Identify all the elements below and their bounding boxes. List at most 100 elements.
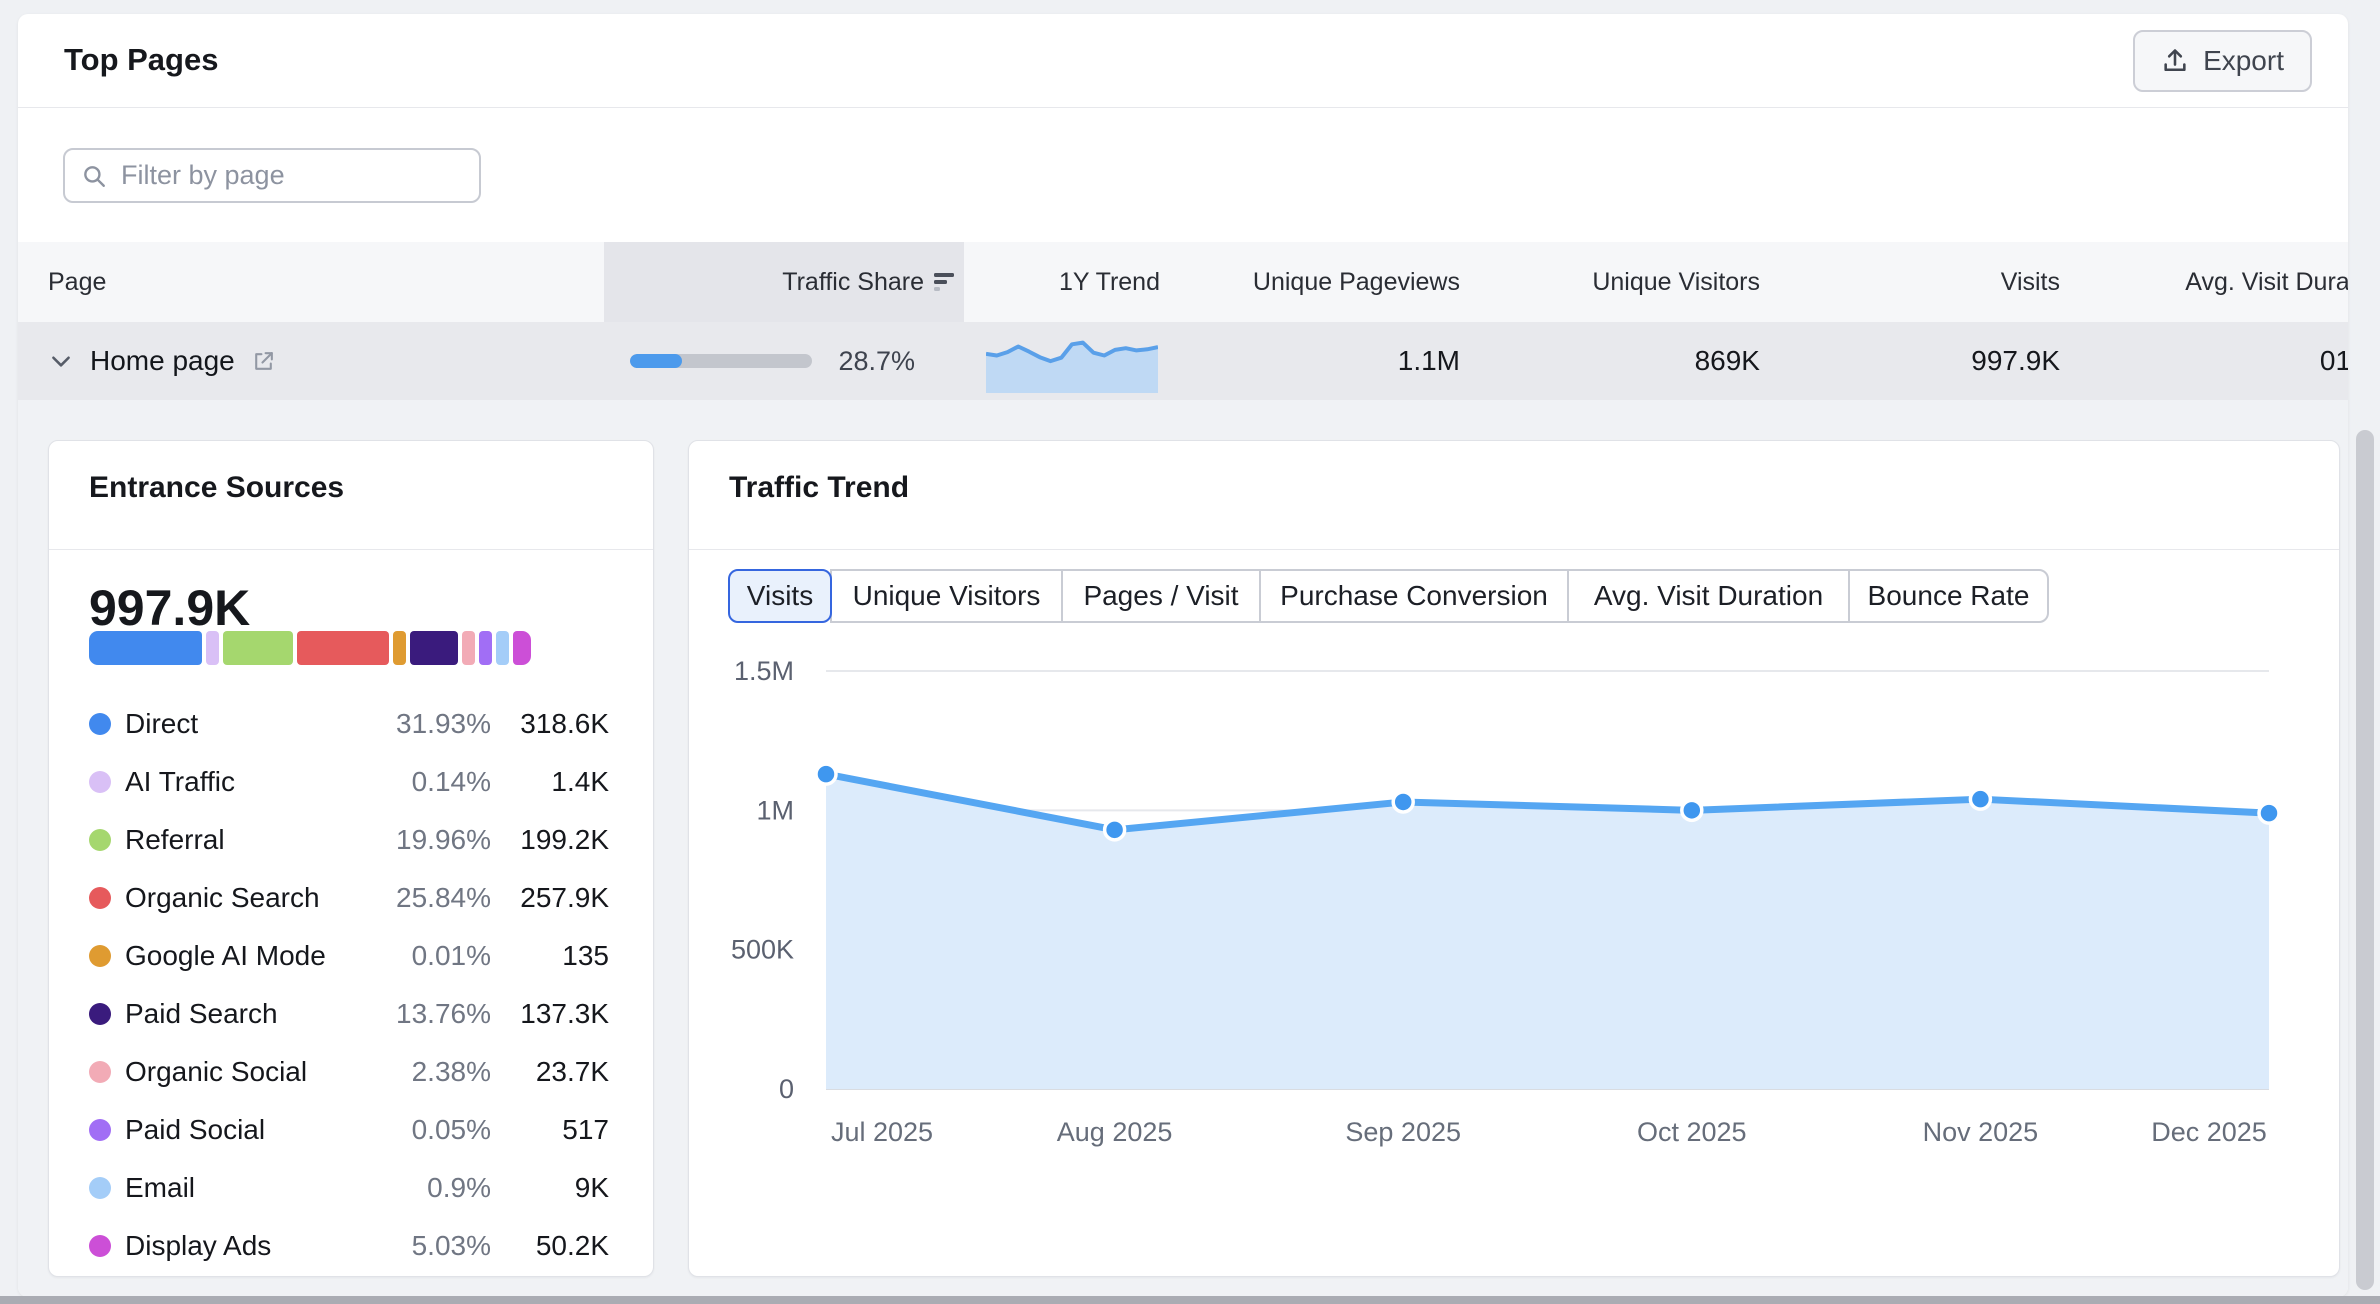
column-header-unique-visitors[interactable]: Unique Visitors: [1474, 242, 1774, 322]
tab-visits[interactable]: Visits: [728, 569, 832, 623]
source-value: 23.7K: [491, 1056, 609, 1088]
external-link-icon[interactable]: [251, 349, 276, 374]
entrance-stacked-bar: [89, 631, 531, 665]
tab-avg-visit-duration[interactable]: Avg. Visit Duration: [1567, 569, 1850, 623]
tab-purchase-conversion[interactable]: Purchase Conversion: [1259, 569, 1569, 623]
data-point-jul-2025[interactable]: [816, 764, 836, 784]
x-axis-tick-label: Jul 2025: [831, 1117, 933, 1147]
source-label: Organic Search: [125, 882, 361, 914]
export-button[interactable]: Export: [2133, 30, 2312, 92]
source-label: Email: [125, 1172, 361, 1204]
page-title: Top Pages: [64, 42, 218, 78]
source-percent: 2.38%: [361, 1056, 491, 1088]
bar-segment-referral: [223, 631, 294, 665]
legend-dot: [89, 1061, 111, 1083]
source-value: 257.9K: [491, 882, 609, 914]
bar-segment-email: [496, 631, 509, 665]
column-header-label: Traffic Share: [782, 268, 924, 296]
visits-line: [826, 774, 2269, 830]
data-point-nov-2025[interactable]: [1970, 789, 1990, 809]
legend-dot: [89, 1177, 111, 1199]
traffic-trend-title: Traffic Trend: [729, 471, 909, 505]
bar-segment-paid-search: [410, 631, 459, 665]
bar-segment-organic-search: [297, 631, 388, 665]
legend-dot: [89, 945, 111, 967]
data-point-oct-2025[interactable]: [1682, 800, 1702, 820]
tab-unique-visitors[interactable]: Unique Visitors: [830, 569, 1063, 623]
row-detail-panel: Entrance Sources 997.9K Direct31.93%318.…: [18, 400, 2348, 1297]
legend-dot: [89, 829, 111, 851]
data-point-aug-2025[interactable]: [1105, 820, 1125, 840]
y-axis-tick-label: 500K: [731, 935, 794, 965]
source-percent: 25.84%: [361, 882, 491, 914]
entrance-total: 997.9K: [89, 579, 250, 637]
x-axis-tick-label: Aug 2025: [1057, 1117, 1173, 1147]
traffic-trend-chart: 0500K1M1.5MJul 2025Aug 2025Sep 2025Oct 2…: [689, 441, 2340, 1277]
divider: [689, 549, 2339, 550]
top-pages-card: Top Pages Export Page Traffic Share 1Y Tre…: [18, 14, 2348, 1297]
column-header-label: Unique Visitors: [1592, 268, 1760, 296]
source-percent: 31.93%: [361, 708, 491, 740]
vertical-scrollbar-thumb[interactable]: [2356, 430, 2374, 1290]
chevron-down-icon[interactable]: [48, 348, 74, 374]
filter-input[interactable]: [119, 159, 439, 192]
y-axis-tick-label: 0: [779, 1074, 794, 1104]
column-header-visits[interactable]: Visits: [1774, 242, 2074, 322]
source-label: Paid Social: [125, 1114, 361, 1146]
column-header-avg-visit-duration[interactable]: Avg. Visit Duration: [2074, 242, 2348, 322]
traffic-share-bar-fill: [630, 354, 682, 368]
column-header-label: Unique Pageviews: [1253, 268, 1460, 296]
divider: [18, 107, 2348, 108]
horizontal-scrollbar[interactable]: [0, 1296, 2380, 1304]
entrance-source-row-ai-traffic[interactable]: AI Traffic0.14%1.4K: [49, 753, 653, 811]
source-percent: 0.05%: [361, 1114, 491, 1146]
entrance-source-row-direct[interactable]: Direct31.93%318.6K: [49, 695, 653, 753]
y-axis-tick-label: 1.5M: [734, 656, 794, 686]
column-header-page[interactable]: Page: [18, 242, 604, 322]
traffic-trend-card: Traffic Trend VisitsUnique VisitorsPages…: [688, 440, 2340, 1277]
entrance-legend: Direct31.93%318.6KAI Traffic0.14%1.4KRef…: [49, 695, 653, 1275]
entrance-source-row-paid-search[interactable]: Paid Search13.76%137.3K: [49, 985, 653, 1043]
source-value: 135: [491, 940, 609, 972]
entrance-source-row-display-ads[interactable]: Display Ads5.03%50.2K: [49, 1217, 653, 1275]
bar-segment-paid-social: [479, 631, 492, 665]
bar-segment-organic-social: [462, 631, 475, 665]
x-axis-tick-label: Sep 2025: [1345, 1117, 1461, 1147]
legend-dot: [89, 1003, 111, 1025]
source-label: Paid Search: [125, 998, 361, 1030]
entrance-source-row-organic-social[interactable]: Organic Social2.38%23.7K: [49, 1043, 653, 1101]
x-axis-tick-label: Dec 2025: [2151, 1117, 2267, 1147]
source-percent: 13.76%: [361, 998, 491, 1030]
entrance-source-row-organic-search[interactable]: Organic Search25.84%257.9K: [49, 869, 653, 927]
export-label: Export: [2203, 45, 2284, 77]
column-header-traffic-share[interactable]: Traffic Share: [604, 242, 964, 322]
data-point-dec-2025[interactable]: [2259, 803, 2279, 823]
source-label: Referral: [125, 824, 361, 856]
source-value: 9K: [491, 1172, 609, 1204]
traffic-share-value: 28.7%: [808, 322, 915, 400]
x-axis-tick-label: Oct 2025: [1637, 1117, 1747, 1147]
table-row[interactable]: Home page 28.7% 1.1M 869K 997.9K 01:31: [18, 322, 2348, 400]
data-point-sep-2025[interactable]: [1393, 792, 1413, 812]
filter-field: [63, 148, 481, 203]
entrance-sources-card: Entrance Sources 997.9K Direct31.93%318.…: [48, 440, 654, 1277]
entrance-source-row-google-ai-mode[interactable]: Google AI Mode0.01%135: [49, 927, 653, 985]
column-header-1y-trend[interactable]: 1Y Trend: [964, 242, 1174, 322]
tab-pages-visit[interactable]: Pages / Visit: [1061, 569, 1261, 623]
legend-dot: [89, 887, 111, 909]
visits-value: 997.9K: [1774, 322, 2060, 400]
tab-bounce-rate[interactable]: Bounce Rate: [1848, 569, 2049, 623]
source-label: AI Traffic: [125, 766, 361, 798]
page-link-label[interactable]: Home page: [90, 345, 235, 377]
table-header: Page Traffic Share 1Y Trend Unique Pageview…: [18, 242, 2348, 322]
avg-visit-duration-value: 01:31: [2074, 322, 2348, 400]
source-percent: 5.03%: [361, 1230, 491, 1262]
source-label: Google AI Mode: [125, 940, 361, 972]
entrance-source-row-paid-social[interactable]: Paid Social0.05%517: [49, 1101, 653, 1159]
bar-segment-display-ads: [513, 631, 531, 665]
entrance-source-row-referral[interactable]: Referral19.96%199.2K: [49, 811, 653, 869]
legend-dot: [89, 771, 111, 793]
entrance-source-row-email[interactable]: Email0.9%9K: [49, 1159, 653, 1217]
column-header-unique-pageviews[interactable]: Unique Pageviews: [1174, 242, 1474, 322]
unique-pageviews-value: 1.1M: [1174, 322, 1460, 400]
